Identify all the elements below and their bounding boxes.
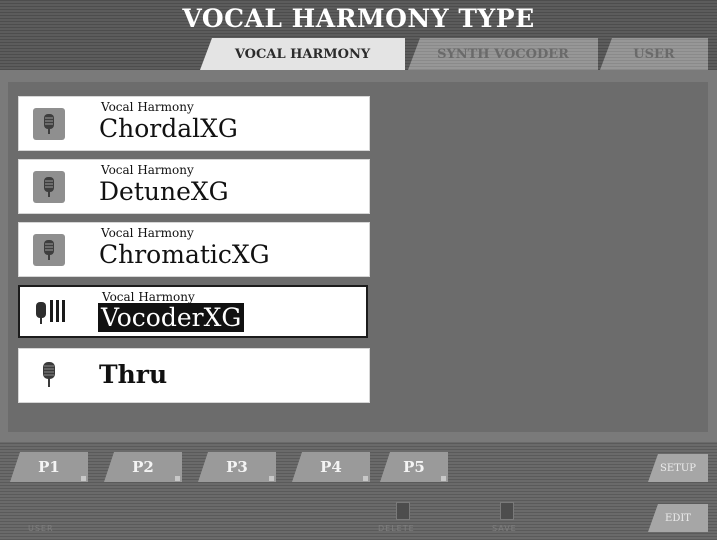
button-corner-marker [441,476,446,481]
p1-button[interactable]: P1 [10,452,88,482]
microphone-icon [33,234,65,266]
tab-synth-vocoder[interactable]: SYNTH VOCODER [408,38,598,70]
microphone-icon [43,362,55,387]
delete-label: DELETE [378,524,415,533]
item-category: Vocal Harmony [101,163,194,177]
button-corner-marker [363,476,368,481]
save-icon[interactable] [500,502,514,520]
microphone-icon [33,108,65,140]
type-list-area: Vocal Harmony ChordalXG Vocal Harmony De… [8,82,708,432]
header: VOCAL HARMONY TYPE VOCAL HARMONY SYNTH V… [0,0,717,70]
save-label: SAVE [492,524,517,533]
item-name: ChromaticXG [99,240,270,269]
item-name: DetuneXG [99,177,229,206]
item-name: ChordalXG [99,114,238,143]
vocal-harmony-screen: VOCAL HARMONY TYPE VOCAL HARMONY SYNTH V… [0,0,717,540]
delete-icon[interactable] [396,502,410,520]
footer-bar: P1 P2 P3 P4 P5 SETUP USER DELETE SAVE ED… [0,442,717,540]
list-item[interactable]: Thru [18,348,370,403]
list-item[interactable]: Vocal Harmony ChromaticXG [18,222,370,277]
item-name: VocoderXG [98,303,245,332]
vocoder-microphone-icon [36,300,65,324]
p4-button[interactable]: P4 [292,452,370,482]
button-corner-marker [269,476,274,481]
button-corner-marker [175,476,180,481]
p4-label: P4 [320,458,342,476]
p2-label: P2 [132,458,154,476]
list-item-selected[interactable]: Vocal Harmony VocoderXG [18,285,368,338]
item-name: Thru [99,360,168,389]
page-title: VOCAL HARMONY TYPE [182,4,535,33]
p3-button[interactable]: P3 [198,452,276,482]
item-category: Vocal Harmony [102,290,195,304]
p2-button[interactable]: P2 [104,452,182,482]
p3-label: P3 [226,458,248,476]
list-item[interactable]: Vocal Harmony DetuneXG [18,159,370,214]
p5-button[interactable]: P5 [380,452,448,482]
user-label[interactable]: USER [28,524,54,533]
edit-button[interactable]: EDIT [648,504,708,532]
list-item[interactable]: Vocal Harmony ChordalXG [18,96,370,151]
button-corner-marker [81,476,86,481]
p1-label: P1 [38,458,60,476]
microphone-icon [33,171,65,203]
p5-label: P5 [403,458,425,476]
item-category: Vocal Harmony [101,226,194,240]
item-category: Vocal Harmony [101,100,194,114]
setup-button[interactable]: SETUP [648,454,708,482]
main-panel: Vocal Harmony ChordalXG Vocal Harmony De… [0,70,717,442]
tab-vocal-harmony[interactable]: VOCAL HARMONY [200,38,405,70]
tab-user[interactable]: USER [600,38,708,70]
